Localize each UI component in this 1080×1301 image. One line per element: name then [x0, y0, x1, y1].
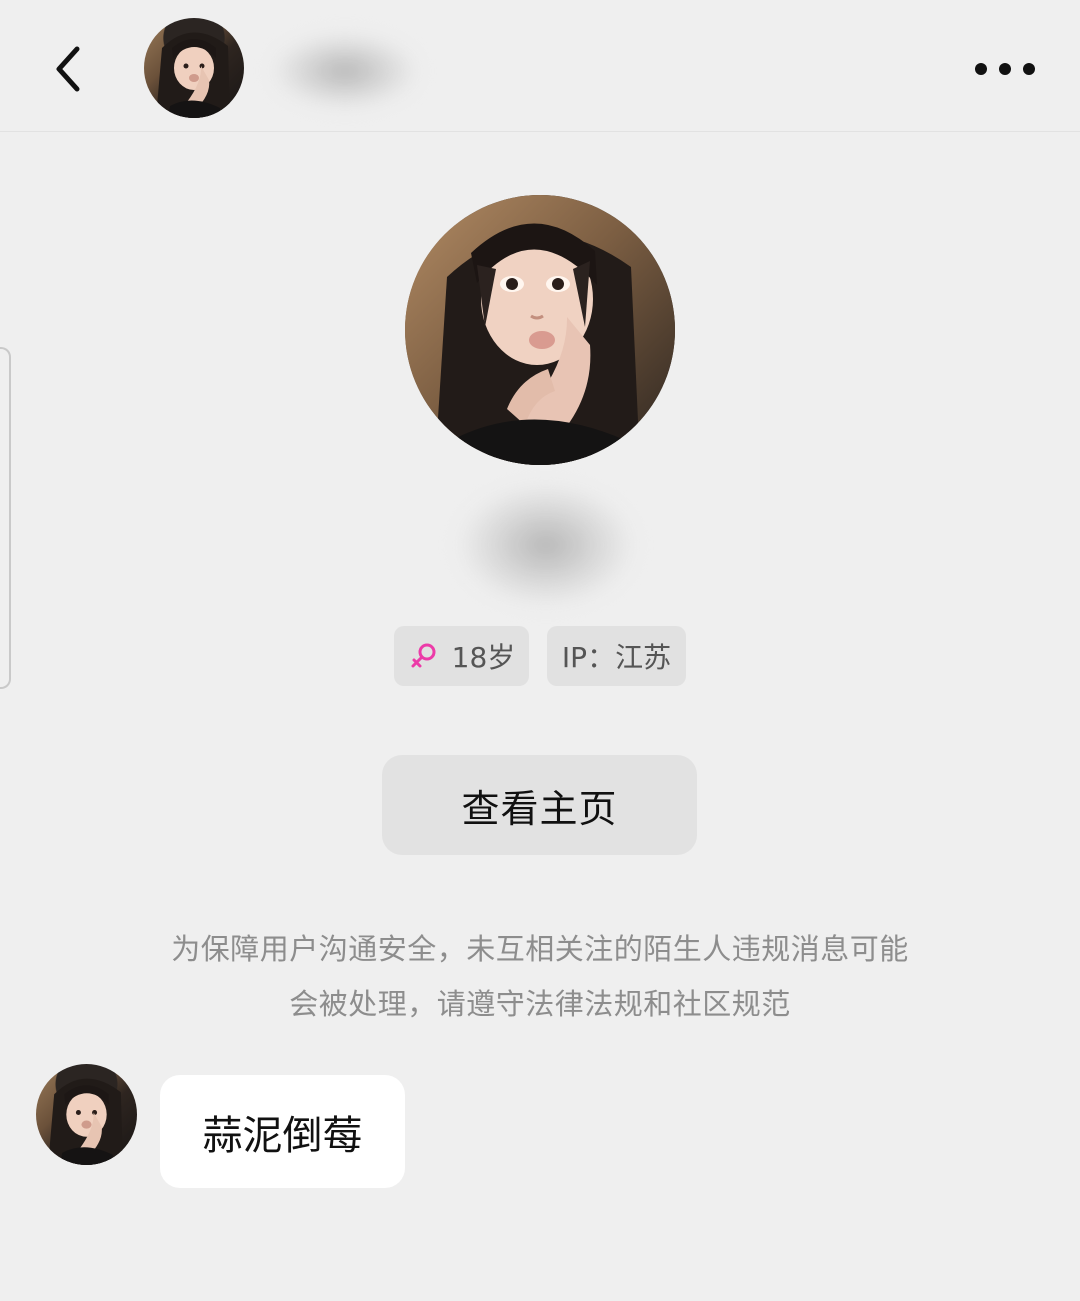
- message-sender-avatar[interactable]: [36, 1064, 137, 1165]
- security-notice: 为保障用户沟通安全，未互相关注的陌生人违规消息可能 会被处理，请遵守法律法规和社…: [140, 922, 940, 1032]
- chevron-left-icon: [56, 46, 80, 92]
- female-icon: [411, 643, 436, 668]
- back-button[interactable]: [40, 36, 96, 102]
- profile-name-redaction: [456, 482, 636, 608]
- ip-location-text: IP：江苏: [561, 641, 672, 674]
- more-dot-icon: [999, 63, 1011, 75]
- security-notice-line-1: 为保障用户沟通安全，未互相关注的陌生人违规消息可能: [171, 932, 909, 966]
- side-scroll-handle[interactable]: [0, 347, 11, 689]
- more-options-button[interactable]: [975, 56, 1035, 82]
- profile-avatar[interactable]: [405, 195, 675, 465]
- age-tag: 18岁: [394, 626, 529, 686]
- security-notice-line-2: 会被处理，请遵守法律法规和社区规范: [289, 987, 791, 1021]
- message-text: 蒜泥倒莓: [202, 1112, 363, 1159]
- chat-header: [0, 0, 1080, 132]
- ip-location-tag: IP：江苏: [547, 626, 686, 686]
- header-name-redaction: [270, 32, 420, 110]
- header-avatar[interactable]: [144, 18, 244, 118]
- portrait-image: [156, 32, 230, 118]
- incoming-message-bubble[interactable]: 蒜泥倒莓: [160, 1075, 405, 1188]
- message-avatar-portrait: [48, 1078, 123, 1165]
- more-dot-icon: [975, 63, 987, 75]
- more-dot-icon: [1023, 63, 1035, 75]
- view-profile-button[interactable]: 查看主页: [382, 755, 697, 855]
- age-text: 18岁: [451, 641, 516, 674]
- profile-portrait-image: [405, 195, 675, 465]
